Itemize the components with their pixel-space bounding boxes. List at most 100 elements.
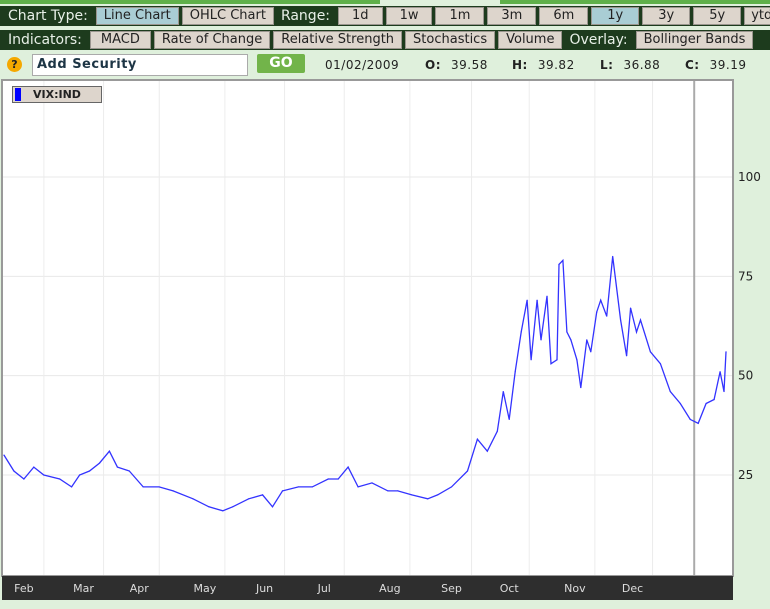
- range-1d[interactable]: 1d: [338, 7, 383, 25]
- data-point: [357, 486, 359, 488]
- chart-type-label: Chart Type:: [8, 8, 88, 24]
- data-point: [725, 351, 727, 353]
- data-point: [271, 506, 274, 508]
- data-point: [713, 398, 715, 401]
- add-security-input[interactable]: Add Security: [32, 54, 248, 76]
- range-1m[interactable]: 1m: [435, 7, 485, 25]
- x-tick-label: May: [194, 582, 217, 595]
- data-point: [526, 299, 528, 301]
- data-point: [232, 506, 234, 508]
- data-point: [590, 351, 592, 353]
- data-point: [558, 263, 560, 266]
- x-tick-label: Sep: [441, 582, 462, 595]
- range-5y[interactable]: 5y: [693, 7, 742, 25]
- help-icon[interactable]: ?: [7, 57, 22, 72]
- data-point: [546, 295, 548, 297]
- range-ytd[interactable]: ytd: [744, 7, 770, 25]
- x-tick-label: Feb: [14, 582, 33, 595]
- indicator-rate-of-change[interactable]: Rate of Change: [153, 31, 271, 49]
- close-label: C:: [685, 58, 700, 72]
- data-point: [586, 339, 588, 341]
- data-point: [387, 490, 389, 492]
- indicator-macd[interactable]: MACD: [89, 31, 151, 49]
- data-point: [570, 339, 572, 341]
- data-point: [192, 498, 194, 500]
- data-point: [411, 494, 413, 496]
- y-tick-label: 100: [738, 170, 761, 184]
- data-point: [116, 466, 118, 468]
- data-point: [98, 462, 101, 464]
- indicator-stochastics[interactable]: Stochastics: [405, 31, 496, 49]
- overlay-label: Overlay:: [569, 32, 628, 48]
- y-tick-label: 25: [738, 468, 753, 482]
- range-6m[interactable]: 6m: [539, 7, 589, 25]
- y-tick-label: 75: [738, 269, 753, 283]
- data-point: [669, 390, 671, 393]
- data-point: [502, 390, 504, 393]
- range-1y[interactable]: 1y: [591, 7, 640, 25]
- data-point: [697, 422, 699, 424]
- go-button[interactable]: GO: [257, 54, 305, 73]
- line-chart-button[interactable]: Line Chart: [95, 7, 179, 25]
- plot-area: [1, 79, 734, 577]
- data-point: [311, 486, 313, 488]
- data-point: [128, 470, 130, 472]
- data-point: [371, 482, 373, 484]
- range-3y[interactable]: 3y: [642, 7, 691, 25]
- overlay-bollinger-bands[interactable]: Bollinger Bands: [635, 31, 754, 49]
- data-point: [550, 363, 552, 365]
- close-value: 39.19: [709, 58, 747, 72]
- data-point: [476, 438, 478, 440]
- data-point: [719, 371, 721, 373]
- x-tick-label: Mar: [73, 582, 94, 595]
- data-point: [71, 486, 73, 488]
- data-point: [327, 478, 329, 480]
- indicator-volume[interactable]: Volume: [498, 31, 563, 49]
- legend-label: VIX:IND: [33, 88, 81, 101]
- indicators-label: Indicators:: [8, 32, 82, 48]
- data-point: [639, 319, 642, 321]
- data-point: [562, 259, 564, 262]
- data-point: [508, 418, 510, 420]
- data-point: [222, 510, 224, 512]
- data-point: [600, 299, 602, 301]
- data-point: [347, 466, 349, 468]
- indicators-toolbar: Indicators: MACD Rate of Change Relative…: [0, 30, 770, 50]
- data-point: [297, 486, 299, 488]
- data-point: [142, 486, 144, 488]
- data-point: [248, 498, 250, 500]
- price-chart[interactable]: Feb Mar Apr May Jun Jul Aug Sep Oct Nov Dec 25 50 75…: [0, 78, 770, 609]
- low-label: L:: [600, 58, 614, 72]
- data-point: [625, 355, 628, 357]
- data-point: [629, 307, 632, 309]
- data-point: [397, 490, 399, 492]
- y-tick-label: 50: [738, 369, 753, 383]
- chart-type-toolbar: Chart Type: Line Chart OHLC Chart Range:…: [0, 6, 770, 26]
- data-point: [606, 315, 608, 317]
- range-1w[interactable]: 1w: [385, 7, 433, 25]
- open-value: 39.58: [451, 58, 488, 72]
- data-point: [536, 299, 538, 301]
- indicator-relative-strength[interactable]: Relative Strength: [273, 31, 403, 49]
- data-point: [337, 478, 339, 480]
- data-point: [466, 470, 469, 472]
- data-point: [514, 371, 516, 373]
- range-3m[interactable]: 3m: [487, 7, 537, 25]
- data-point: [108, 450, 111, 452]
- data-point: [23, 478, 25, 480]
- data-point: [556, 359, 558, 361]
- data-point: [427, 498, 429, 500]
- data-point: [3, 454, 5, 456]
- ohlc-chart-button[interactable]: OHLC Chart: [181, 7, 274, 25]
- x-tick-label: Jul: [317, 582, 331, 595]
- legend-swatch: [15, 88, 21, 101]
- high-label: H:: [512, 58, 528, 72]
- low-value: 36.88: [623, 58, 661, 72]
- data-point: [649, 351, 652, 353]
- data-point: [679, 402, 681, 405]
- legend-item-vix[interactable]: VIX:IND: [12, 86, 102, 103]
- data-point: [261, 494, 264, 496]
- data-point: [33, 466, 35, 468]
- data-point: [437, 494, 439, 496]
- data-point: [43, 474, 45, 476]
